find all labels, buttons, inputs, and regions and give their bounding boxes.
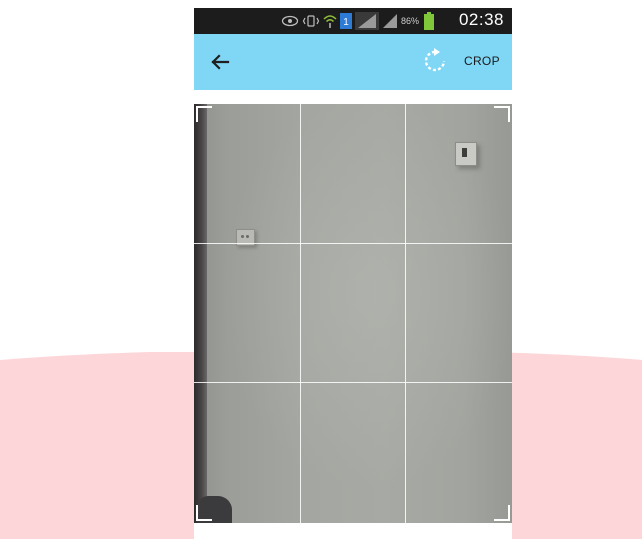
page: 1 86% 02:38 CROP [0,0,642,539]
status-bar: 1 86% 02:38 [194,8,512,34]
crop-handle-bottom-left[interactable] [196,505,212,521]
crop-grid-line-horizontal [194,243,512,244]
app-bar: CROP [194,34,512,90]
crop-grid-line-vertical [300,104,301,523]
crop-handle-top-right[interactable] [494,106,510,122]
arrow-left-icon[interactable] [208,50,232,74]
vibrate-icon [302,15,320,27]
wall-switch [455,142,477,166]
status-icons: 1 86% [281,12,434,30]
crop-grid-line-vertical [405,104,406,523]
signal-icon [354,12,379,30]
phone-screen: 1 86% 02:38 CROP [194,8,512,539]
wifi-icon [323,15,337,28]
door-frame [194,104,207,523]
photo-lighting [194,104,512,523]
crop-handle-top-left[interactable] [196,106,212,122]
sim-one-icon: 1 [339,13,352,29]
battery-icon [424,12,434,30]
crop-grid-line-horizontal [194,382,512,383]
svg-text:1: 1 [343,17,349,28]
status-time: 02:38 [458,10,504,29]
switch-toggle [462,148,467,157]
photo-preview[interactable] [194,104,512,523]
battery-percent: 86% [400,16,419,26]
rotate-icon[interactable] [422,48,448,74]
signal-icon-2 [382,14,397,28]
crop-handle-bottom-right[interactable] [494,505,510,521]
crop-area [194,100,512,531]
socket-hole [246,235,249,238]
crop-button[interactable]: CROP [464,54,500,68]
socket-hole [241,235,244,238]
eye-icon [281,15,299,27]
